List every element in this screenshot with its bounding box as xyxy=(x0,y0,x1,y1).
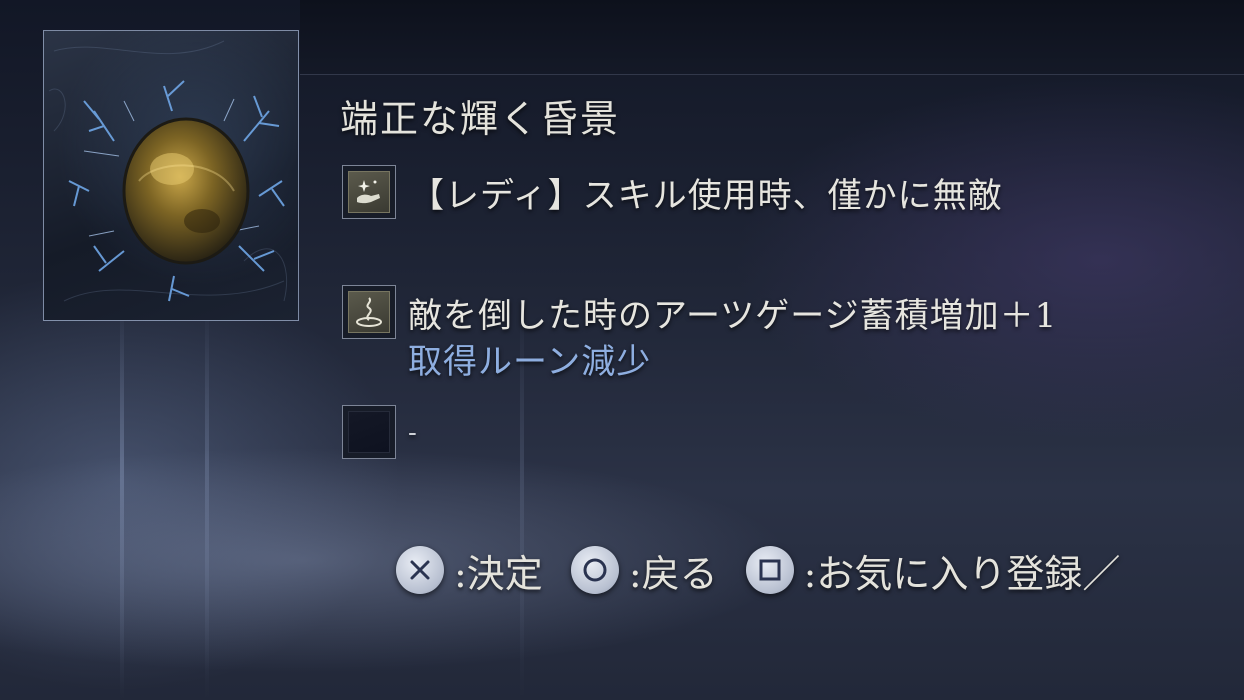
favorite-prompt[interactable]: :お気に入り登録／ xyxy=(745,543,1121,598)
header-band xyxy=(300,0,1244,75)
light-beam xyxy=(120,300,124,700)
effect-penalty-2: 取得ルーン減少 xyxy=(408,342,652,382)
confirm-prompt[interactable]: :決定 xyxy=(396,543,543,598)
button-prompts: :決定 :戻る :お気に入り登録／ xyxy=(396,544,1148,596)
confirm-label: :決定 xyxy=(454,551,543,596)
item-image-frame xyxy=(43,30,299,321)
circle-button-icon[interactable] xyxy=(570,546,619,594)
relic-gem-icon xyxy=(48,40,288,302)
effect-text-3: - xyxy=(408,418,418,448)
relic-detail-screen: 端正な輝く昏景 【レディ】スキル使用時、僅かに無敵 敵を倒した時のアーツゲージ蓄… xyxy=(0,0,1244,700)
back-prompt[interactable]: :戻る xyxy=(570,543,718,598)
favorite-label: :お気に入り登録／ xyxy=(803,551,1121,596)
effect-slot-1 xyxy=(342,165,396,219)
hand-sparkle-icon xyxy=(348,171,390,213)
square-button-icon[interactable] xyxy=(745,546,794,594)
light-beam xyxy=(205,300,209,700)
cross-button-icon[interactable] xyxy=(396,546,444,594)
effect-text-1: 【レディ】スキル使用時、僅かに無敵 xyxy=(410,176,1003,216)
back-label: :戻る xyxy=(628,551,718,596)
effect-text-2: 敵を倒した時のアーツゲージ蓄積増加＋1 xyxy=(408,296,1058,336)
effect-slot-2 xyxy=(342,285,396,339)
item-title: 端正な輝く昏景 xyxy=(340,97,621,141)
empty-slot-icon xyxy=(348,411,390,453)
effect-slot-3 xyxy=(342,405,396,459)
spiral-rise-icon xyxy=(348,291,390,333)
